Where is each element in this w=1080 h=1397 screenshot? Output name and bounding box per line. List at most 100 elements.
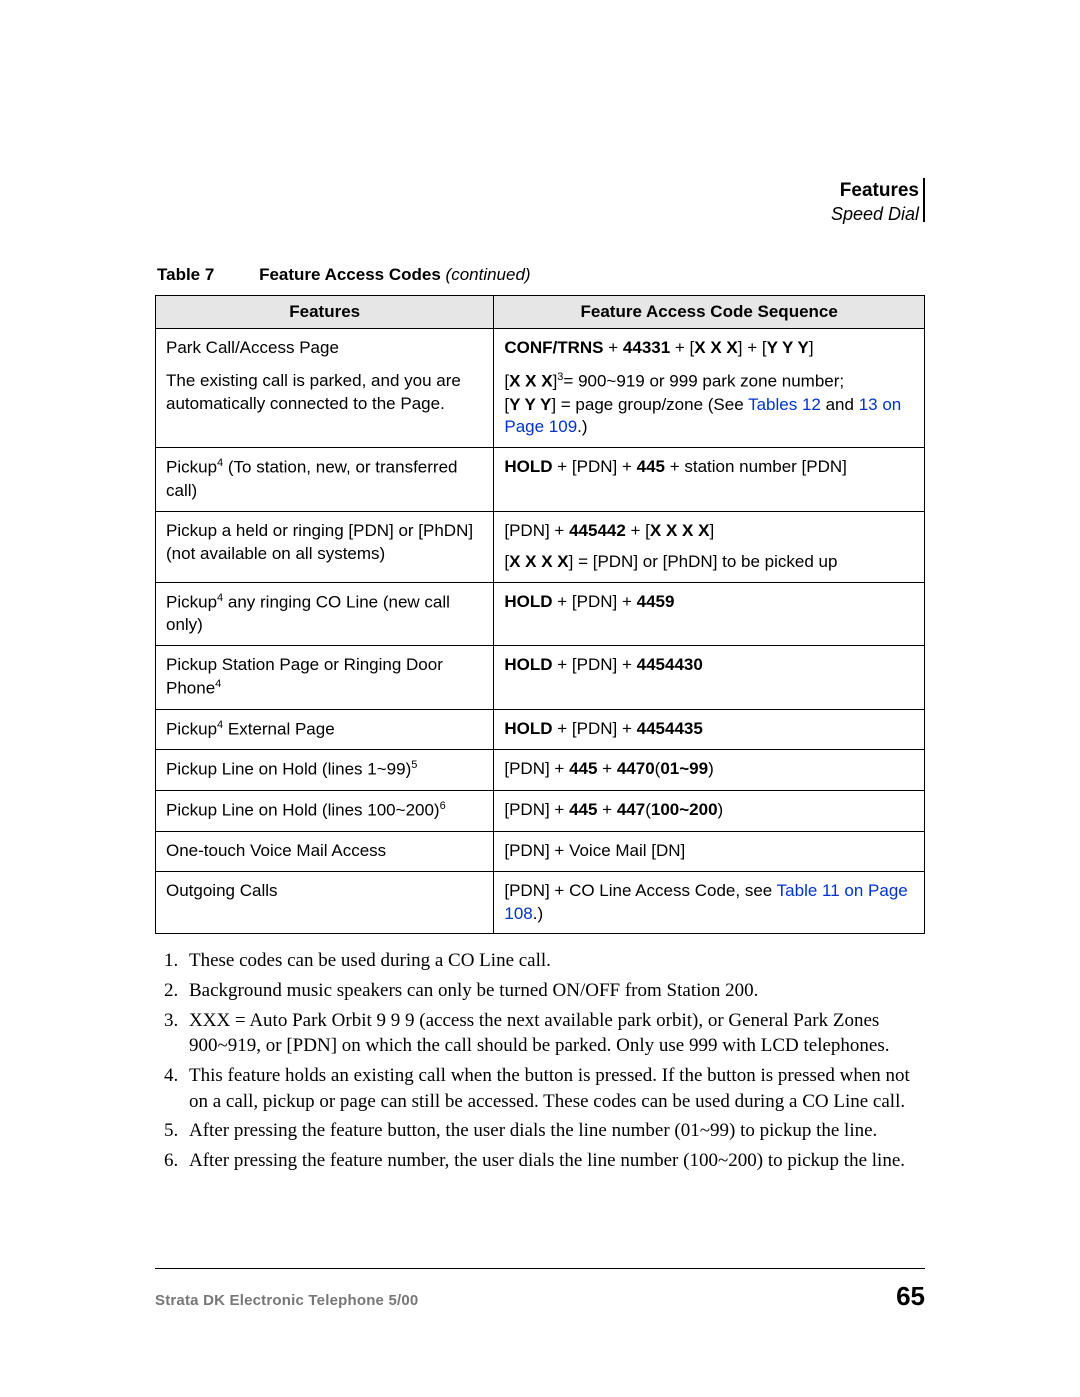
table-row: Park Call/Access Page The existing call … [156, 329, 925, 448]
section-subtitle: Speed Dial [155, 204, 919, 225]
code: 4459 [637, 592, 675, 611]
feature-table: Features Feature Access Code Sequence Pa… [155, 295, 925, 934]
text: Pickup Station Page or Ringing Door Phon… [166, 655, 443, 698]
cross-ref-link[interactable]: Tables 12 [748, 395, 821, 414]
table-number: Table 7 [157, 265, 214, 284]
table-row: Pickup Station Page or Ringing Door Phon… [156, 646, 925, 710]
table-row: Pickup4 any ringing CO Line (new call on… [156, 582, 925, 646]
cell-sequence: HOLD + [PDN] + 445 + station number [PDN… [494, 448, 925, 512]
cell-sequence: [PDN] + 445 + 4470(01~99) [494, 750, 925, 791]
key-label: CONF/TRNS [504, 338, 603, 357]
text: [PDN] + [504, 800, 569, 819]
page-content: Features Speed Dial Table 7 Feature Acce… [0, 0, 1080, 1174]
footnote-ref: 4 [215, 678, 221, 690]
table-row: Pickup Line on Hold (lines 100~200)6 [PD… [156, 791, 925, 832]
code-line: [PDN] + 445442 + [X X X X] [504, 520, 914, 543]
text: + [ [626, 521, 650, 540]
table-row: Pickup4 (To station, new, or transferred… [156, 448, 925, 512]
footnote-ref: 5 [411, 759, 417, 771]
footnote-item: Background music speakers can only be tu… [183, 978, 925, 1004]
footer-doc-title: Strata DK Electronic Telephone 5/00 [155, 1292, 418, 1309]
code: 100~200 [651, 800, 718, 819]
cell-feature: Pickup Line on Hold (lines 100~200)6 [156, 791, 494, 832]
text: The existing call is parked, and you are… [166, 370, 483, 416]
key-label: HOLD [504, 719, 552, 738]
text: [PDN] + [504, 759, 569, 778]
code: 01~99 [660, 759, 708, 778]
var: Y Y Y [509, 395, 551, 414]
text: ] = page group/zone (See [551, 395, 748, 414]
footnote-item: After pressing the feature button, the u… [183, 1118, 925, 1144]
text: + [PDN] + [553, 655, 637, 674]
text: External Page [223, 720, 335, 739]
text: and [821, 395, 859, 414]
table-title: Feature Access Codes [259, 265, 441, 284]
cell-feature: Pickup4 (To station, new, or transferred… [156, 448, 494, 512]
header-rule [923, 178, 925, 222]
cell-feature: Pickup a held or ringing [PDN] or [PhDN]… [156, 511, 494, 582]
var: X X X X [650, 521, 710, 540]
text: ] [809, 338, 814, 357]
table-row: Pickup a held or ringing [PDN] or [PhDN]… [156, 511, 925, 582]
code: 44331 [623, 338, 670, 357]
cell-sequence: CONF/TRNS + 44331 + [X X X] + [Y Y Y] [X… [494, 329, 925, 448]
text: = 900~919 or 999 park zone number; [563, 372, 844, 391]
text: Pickup [166, 458, 217, 477]
cell-sequence: [PDN] + 445 + 447(100~200) [494, 791, 925, 832]
text: + [PDN] + [553, 719, 637, 738]
cell-sequence: HOLD + [PDN] + 4454430 [494, 646, 925, 710]
text: ] [709, 521, 714, 540]
code: 4454435 [637, 719, 703, 738]
code: 445 [637, 457, 665, 476]
cell-sequence: [PDN] + CO Line Access Code, see Table 1… [494, 871, 925, 934]
table-continued: (continued) [446, 265, 531, 284]
footnote-item: These codes can be used during a CO Line… [183, 948, 925, 974]
code-line: [Y Y Y] = page group/zone (See Tables 12… [504, 394, 914, 440]
text: .) [577, 417, 587, 436]
code-line: [X X X X] = [PDN] or [PhDN] to be picked… [504, 551, 914, 574]
key-label: HOLD [504, 592, 552, 611]
page-number: 65 [896, 1281, 925, 1312]
code: 447 [617, 800, 645, 819]
cell-feature: Park Call/Access Page The existing call … [156, 329, 494, 448]
table-row: Outgoing Calls [PDN] + CO Line Access Co… [156, 871, 925, 934]
text: + [PDN] + [553, 592, 637, 611]
text: Pickup Line on Hold (lines 100~200) [166, 801, 440, 820]
cell-feature: Pickup4 External Page [156, 709, 494, 750]
footnotes-list: These codes can be used during a CO Line… [155, 948, 925, 1173]
text: Pickup Line on Hold (lines 1~99) [166, 760, 411, 779]
var: Y Y Y [767, 338, 809, 357]
section-title: Features [155, 180, 919, 202]
footnote-item: XXX = Auto Park Orbit 9 9 9 (access the … [183, 1008, 925, 1059]
table-row: Pickup4 External Page HOLD + [PDN] + 445… [156, 709, 925, 750]
text: [PDN] + [504, 521, 569, 540]
footnote-item: After pressing the feature number, the u… [183, 1148, 925, 1174]
text: + station number [PDN] [665, 457, 847, 476]
key-label: HOLD [504, 655, 552, 674]
code: 4470 [617, 759, 655, 778]
text: ] = [PDN] or [PhDN] to be picked up [569, 552, 838, 571]
code: 445442 [569, 521, 626, 540]
table-row: One-touch Voice Mail Access [PDN] + Voic… [156, 831, 925, 871]
code-line: CONF/TRNS + 44331 + [X X X] + [Y Y Y] [504, 337, 914, 360]
table-row: Pickup Line on Hold (lines 1~99)5 [PDN] … [156, 750, 925, 791]
text: [PDN] + CO Line Access Code, see [504, 881, 776, 900]
text: ] + [ [738, 338, 767, 357]
cell-feature: Pickup Station Page or Ringing Door Phon… [156, 646, 494, 710]
col-features: Features [156, 296, 494, 329]
text: Pickup [166, 720, 217, 739]
text: + [597, 800, 616, 819]
code: 445 [569, 759, 597, 778]
text: ) [718, 800, 724, 819]
text: Park Call/Access Page [166, 337, 483, 360]
text: .) [533, 904, 543, 923]
text: + [ [670, 338, 694, 357]
text: ) [708, 759, 714, 778]
cell-feature: One-touch Voice Mail Access [156, 831, 494, 871]
var: X X X [694, 338, 737, 357]
cell-feature: Pickup4 any ringing CO Line (new call on… [156, 582, 494, 646]
table-caption: Table 7 Feature Access Codes (continued) [157, 265, 925, 285]
code-line: [X X X]3= 900~919 or 999 park zone numbe… [504, 370, 914, 394]
cell-sequence: [PDN] + Voice Mail [DN] [494, 831, 925, 871]
footnote-item: This feature holds an existing call when… [183, 1063, 925, 1114]
